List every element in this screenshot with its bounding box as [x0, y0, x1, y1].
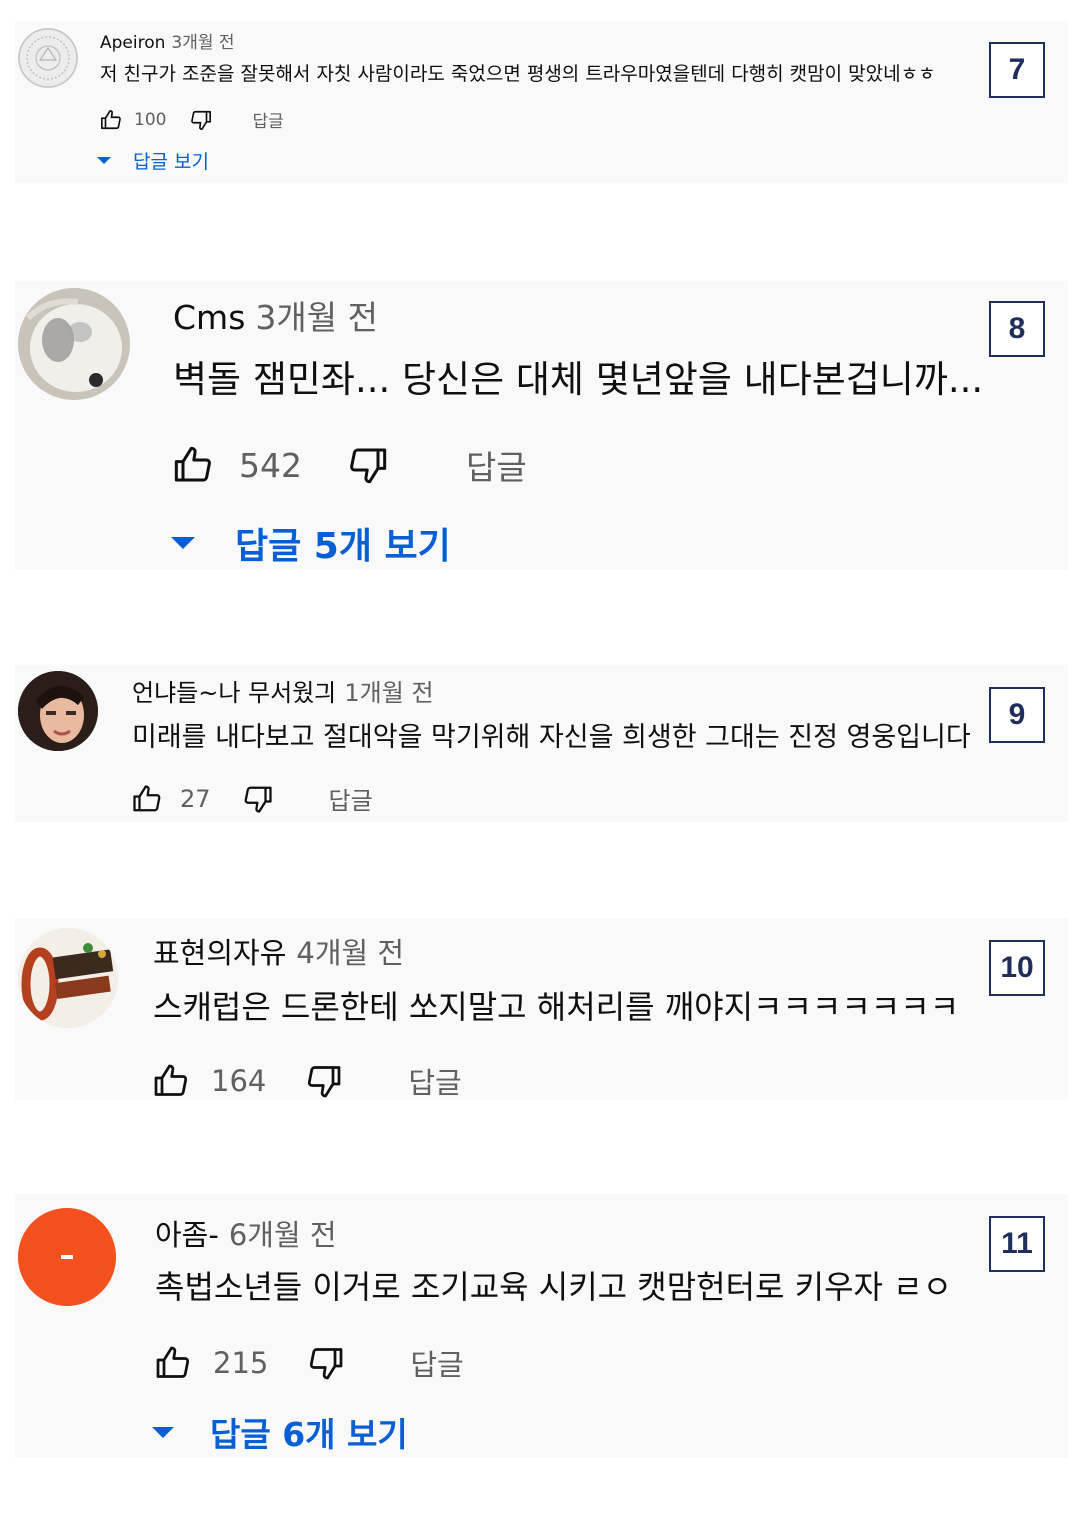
- reply-button[interactable]: 답글: [252, 107, 283, 132]
- annotation-badge: 8: [989, 301, 1045, 357]
- avatar[interactable]: [18, 671, 98, 751]
- comment-text: 벽돌 잼민좌... 당신은 대체 몇년앞을 내다본겁니까...: [173, 358, 984, 401]
- timestamp[interactable]: 3개월 전: [171, 33, 234, 53]
- author-name[interactable]: 표현의자유: [153, 936, 286, 970]
- reply-button[interactable]: 답글: [329, 781, 373, 816]
- timestamp[interactable]: 3개월 전: [255, 298, 378, 337]
- thumbs-up-icon[interactable]: [155, 1345, 191, 1381]
- view-replies-label: 답글 5개 보기: [235, 526, 451, 567]
- avatar[interactable]: [18, 928, 118, 1028]
- thumbs-down-icon[interactable]: [243, 784, 273, 814]
- reply-button[interactable]: 답글: [408, 1060, 461, 1100]
- thumbs-down-icon[interactable]: [190, 109, 212, 131]
- like-count: 164: [211, 1064, 267, 1098]
- dog-icon: [18, 288, 130, 400]
- thumbs-up-icon[interactable]: [132, 784, 162, 814]
- annotation-badge: 11: [989, 1216, 1045, 1272]
- view-replies-button[interactable]: 답글 5개 보기: [171, 517, 451, 569]
- avatar[interactable]: [18, 1208, 116, 1306]
- timestamp[interactable]: 6개월 전: [229, 1218, 337, 1252]
- comment-text: 촉법소년들 이거로 조기교육 시키고 캣맘헌터로 키우자 ㄹㅇ: [155, 1268, 953, 1306]
- thumbs-up-icon[interactable]: [153, 1063, 189, 1099]
- thumbs-up-icon[interactable]: [100, 109, 122, 131]
- thumbs-down-icon[interactable]: [306, 1063, 342, 1099]
- caret-down-icon: [152, 1426, 174, 1438]
- free-logo-icon: [18, 928, 118, 1028]
- view-replies-label: 답글 6개 보기: [210, 1415, 408, 1454]
- author-name[interactable]: 아좀-: [155, 1218, 219, 1252]
- author-name[interactable]: Apeiron: [100, 33, 165, 53]
- comment-text: 스캐럽은 드론한테 쏘지말고 해처리를 깨야지ㅋㅋㅋㅋㅋㅋㅋ: [153, 988, 960, 1026]
- like-count: 542: [239, 445, 302, 485]
- dash-icon: [18, 1208, 116, 1306]
- comment-card: 언냐들~나 무서웠긔 1개월 전 미래를 내다보고 절대악을 막기위해 자신을 희…: [15, 665, 1068, 822]
- thumbs-down-icon[interactable]: [348, 445, 388, 485]
- like-count: 27: [180, 784, 211, 813]
- comment-card: Apeiron 3개월 전 저 친구가 조준을 잘못해서 자칫 사람이라도 죽었으…: [15, 21, 1068, 183]
- timestamp[interactable]: 4개월 전: [296, 936, 404, 970]
- annotation-badge: 10: [989, 940, 1045, 996]
- annotation-badge: 7: [989, 42, 1045, 98]
- like-count: 215: [213, 1346, 269, 1380]
- avatar[interactable]: [18, 28, 78, 88]
- annotation-badge: 9: [989, 687, 1045, 743]
- caret-down-icon: [97, 157, 111, 164]
- comment-card: 아좀- 6개월 전 촉법소년들 이거로 조기교육 시키고 캣맘헌터로 키우자 ㄹㅇ…: [15, 1194, 1068, 1458]
- thumbs-up-icon[interactable]: [173, 445, 213, 485]
- avatar[interactable]: [18, 288, 130, 400]
- author-name[interactable]: 언냐들~나 무서웠긔: [132, 679, 336, 707]
- view-replies-label: 답글 보기: [133, 151, 209, 173]
- comment-text: 저 친구가 조준을 잘못해서 자칫 사람이라도 죽었으면 평생의 트라우마였을텐…: [100, 63, 936, 85]
- comment-text: 미래를 내다보고 절대악을 막기위해 자신을 희생한 그대는 진정 영웅입니다: [132, 722, 971, 753]
- timestamp[interactable]: 1개월 전: [344, 679, 433, 707]
- comment-card: Cms 3개월 전 벽돌 잼민좌... 당신은 대체 몇년앞을 내다본겁니까...…: [15, 281, 1068, 570]
- person-icon: [18, 671, 98, 751]
- emblem-icon: [18, 28, 78, 88]
- reply-button[interactable]: 답글: [466, 441, 527, 489]
- caret-down-icon: [171, 537, 195, 549]
- reply-button[interactable]: 답글: [410, 1342, 463, 1384]
- author-name[interactable]: Cms: [173, 298, 245, 337]
- view-replies-button[interactable]: 답글 6개 보기: [152, 1408, 408, 1456]
- comment-card: 표현의자유 4개월 전 스캐럽은 드론한테 쏘지말고 해처리를 깨야지ㅋㅋㅋㅋㅋㅋ…: [15, 918, 1068, 1100]
- thumbs-down-icon[interactable]: [308, 1345, 344, 1381]
- like-count: 100: [134, 109, 167, 130]
- view-replies-button[interactable]: 답글 보기: [97, 147, 209, 174]
